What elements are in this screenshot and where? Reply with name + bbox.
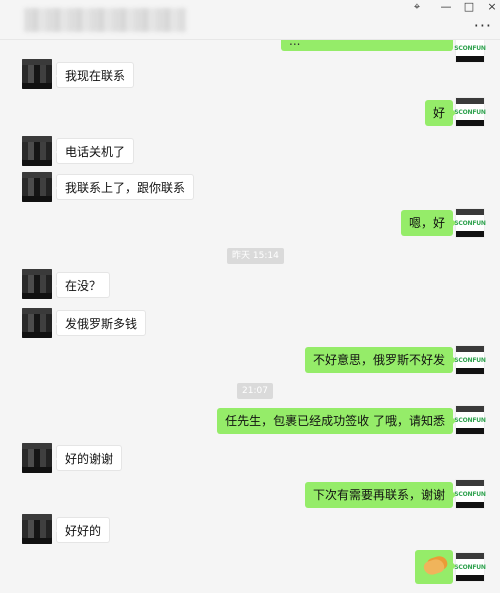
close-icon[interactable]: × <box>482 0 500 14</box>
avatar-contact[interactable] <box>22 136 52 166</box>
avatar-contact[interactable] <box>22 59 52 89</box>
chat-window: ⌖ — □ × ··· ... SCONFUN 我现在联系 SCONFUN 好 … <box>0 0 500 593</box>
message-right[interactable]: 好 <box>424 100 457 126</box>
maximize-icon[interactable]: □ <box>459 0 479 14</box>
avatar-contact[interactable] <box>22 514 52 544</box>
timestamp: 21:07 <box>237 383 273 399</box>
message-right[interactable]: 任先生，包裹已经成功签收 了哦，请知悉 <box>217 408 456 434</box>
handshake-emoji-icon <box>422 557 446 577</box>
message-left[interactable]: 在没？ <box>56 272 111 298</box>
avatar-contact[interactable] <box>22 269 52 299</box>
title-bar: ⌖ — □ × ··· <box>0 0 500 40</box>
message-right[interactable]: 嗯，好 <box>400 210 457 236</box>
partial-message: ... <box>281 40 453 51</box>
message-right[interactable]: 不好意思，俄罗斯不好发 <box>304 347 457 373</box>
pin-icon[interactable]: ⌖ <box>407 0 427 14</box>
message-left[interactable]: 电话关机了 <box>56 138 135 164</box>
timestamp: 昨天 15:14 <box>227 248 284 264</box>
handshake-emoji-message[interactable] <box>415 550 456 584</box>
message-left[interactable]: 我联系上了，跟你联系 <box>56 174 195 200</box>
minimize-icon[interactable]: — <box>436 0 456 14</box>
blurred-contact-name <box>24 8 186 32</box>
avatar-me[interactable]: SCONFUN <box>454 40 486 63</box>
message-right[interactable]: 下次有需要再联系，谢谢 <box>304 482 457 508</box>
avatar-contact[interactable] <box>22 443 52 473</box>
message-list[interactable]: ... SCONFUN 我现在联系 SCONFUN 好 电话关机了 我联系上了，… <box>0 40 500 593</box>
message-left[interactable]: 好的谢谢 <box>56 445 123 471</box>
avatar-contact[interactable] <box>22 172 52 202</box>
more-icon[interactable]: ··· <box>474 16 492 35</box>
message-left[interactable]: 发俄罗斯多钱 <box>56 310 147 336</box>
message-left[interactable]: 好好的 <box>56 517 111 543</box>
brand-logo: SCONFUN <box>454 44 486 52</box>
avatar-contact[interactable] <box>22 308 52 338</box>
message-left[interactable]: 我现在联系 <box>56 62 135 88</box>
